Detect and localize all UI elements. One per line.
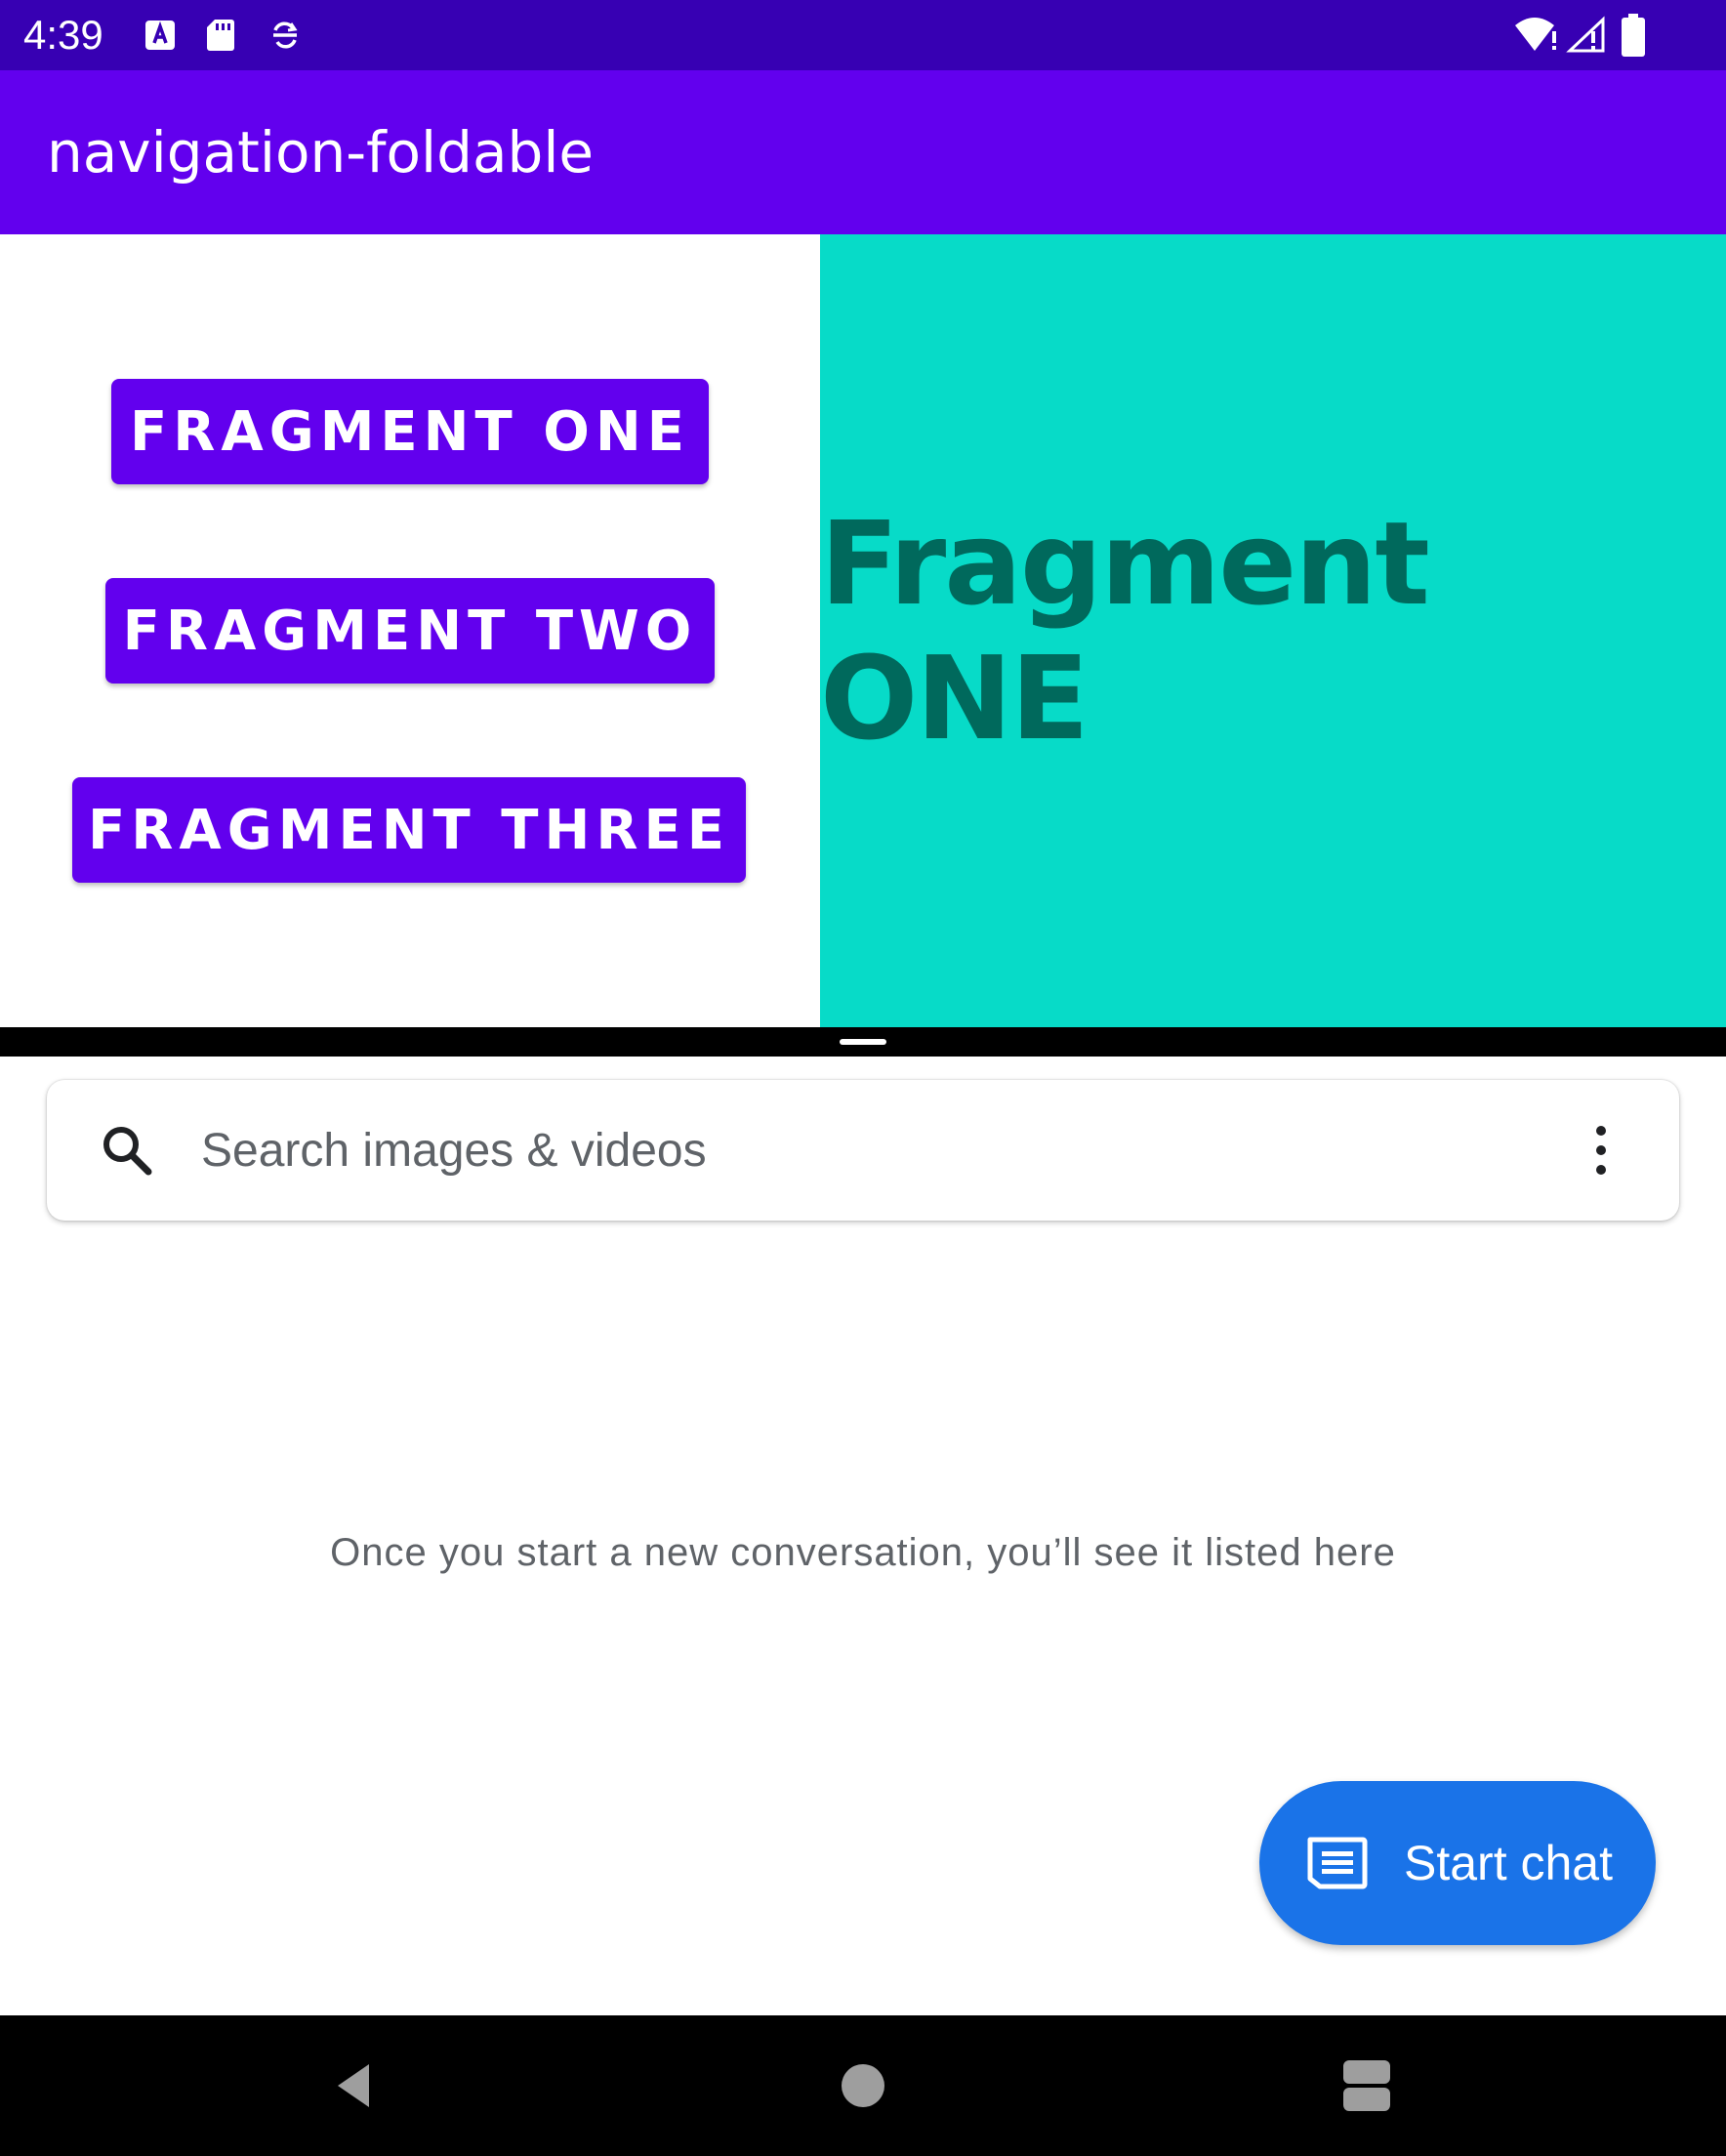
- start-chat-button[interactable]: Start chat: [1259, 1781, 1656, 1945]
- battery-icon: [1622, 14, 1645, 57]
- messages-app: Once you start a new conversation, you’l…: [0, 1057, 1726, 2015]
- wifi-icon: [1515, 18, 1556, 51]
- fragment-list-pane: FRAGMENT ONE FRAGMENT TWO FRAGMENT THREE: [0, 234, 820, 1027]
- search-icon[interactable]: [98, 1121, 156, 1180]
- divider-handle[interactable]: [840, 1039, 886, 1045]
- a-notification-icon: [145, 21, 175, 50]
- search-bar[interactable]: [47, 1080, 1679, 1221]
- home-icon[interactable]: [832, 2054, 894, 2117]
- fragment-title: Fragment ONE: [820, 496, 1430, 766]
- status-bar: 4:39: [0, 0, 1726, 70]
- more-options-icon[interactable]: [1589, 1121, 1613, 1180]
- app-title: navigation-foldable: [47, 119, 595, 186]
- message-icon: [1307, 1837, 1368, 1889]
- sync-icon: [273, 21, 298, 49]
- fragment-detail-pane: Fragment ONE: [820, 234, 1726, 1027]
- start-chat-label: Start chat: [1404, 1836, 1613, 1890]
- empty-state-text: Once you start a new conversation, you’l…: [330, 1531, 1396, 1574]
- signal-icon: [1566, 16, 1605, 53]
- app-bar: navigation-foldable: [0, 70, 1726, 234]
- top-pane: FRAGMENT ONE FRAGMENT TWO FRAGMENT THREE…: [0, 234, 1726, 1027]
- recents-icon[interactable]: [1336, 2054, 1398, 2117]
- fragment-two-button[interactable]: FRAGMENT TWO: [105, 578, 715, 684]
- split-screen-divider[interactable]: [0, 1027, 1726, 1057]
- sd-card-icon: [207, 20, 234, 51]
- back-icon[interactable]: [324, 2054, 387, 2117]
- status-time: 4:39: [23, 12, 103, 58]
- fragment-three-button[interactable]: FRAGMENT THREE: [72, 777, 746, 883]
- navigation-bar: [0, 2015, 1726, 2156]
- search-input[interactable]: [199, 1115, 1468, 1185]
- fragment-one-button[interactable]: FRAGMENT ONE: [111, 379, 709, 484]
